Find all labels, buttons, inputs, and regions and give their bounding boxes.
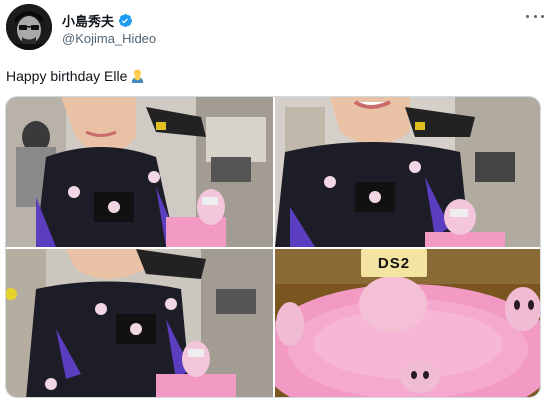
tweet-header: 小島秀夫 @Kojima_Hideo [6,4,550,52]
photo-3-icon [6,249,273,397]
media-photo-1[interactable] [6,97,273,247]
more-icon [541,14,544,18]
more-icon [533,14,537,18]
cake-label: DS2 [377,255,411,272]
author-display-name[interactable]: 小島秀夫 [62,11,114,30]
media-photo-2[interactable] [275,97,540,247]
more-icon [526,14,529,18]
author-name-row: 小島秀夫 [62,11,133,30]
more-options-button[interactable] [526,9,544,23]
tweet-text: Happy birthday Elle [6,67,146,84]
verified-badge-icon[interactable] [118,13,133,28]
media-photo-3[interactable] [6,249,273,397]
tweet-text-content: Happy birthday Elle [6,67,128,84]
author-handle[interactable]: @Kojima_Hideo [62,31,156,46]
media-grid: DS2 [5,96,541,398]
avatar-photo-icon [6,4,52,50]
photo-2-icon [275,97,540,247]
author-avatar[interactable] [6,4,52,50]
photo-1-icon [6,97,273,247]
media-photo-4[interactable]: DS2 [275,249,540,397]
person-bowing-emoji-icon [132,69,144,84]
